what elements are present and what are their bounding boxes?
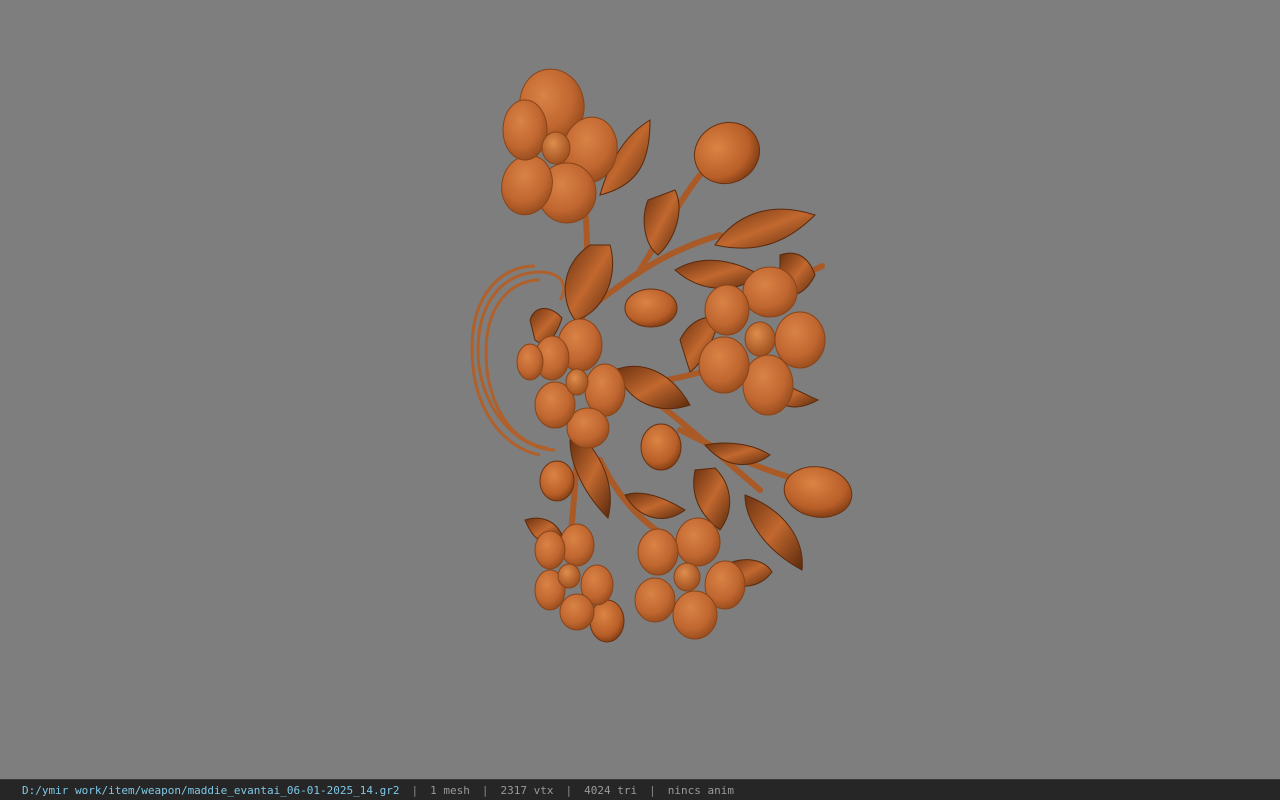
flower-bottom-right	[634, 517, 746, 640]
separator: |	[481, 783, 489, 797]
status-bar: D:/ymir work/item/weapon/maddie_evantai_…	[0, 779, 1280, 800]
file-path: D:/ymir work/item/weapon/maddie_evantai_…	[22, 783, 400, 797]
separator: |	[411, 783, 419, 797]
flower-middle-left	[516, 318, 626, 449]
animation-status: nincs anim	[667, 783, 734, 797]
flower-right	[698, 266, 826, 416]
triangle-count: 4024 tri	[584, 783, 638, 797]
separator: |	[565, 783, 573, 797]
3d-viewport[interactable]	[0, 0, 1280, 779]
vertex-count: 2317 vtx	[500, 783, 554, 797]
flower-top	[501, 68, 618, 224]
separator: |	[649, 783, 656, 797]
flower-branch-model[interactable]	[0, 0, 1280, 779]
mesh-count: 1 mesh	[430, 783, 470, 797]
